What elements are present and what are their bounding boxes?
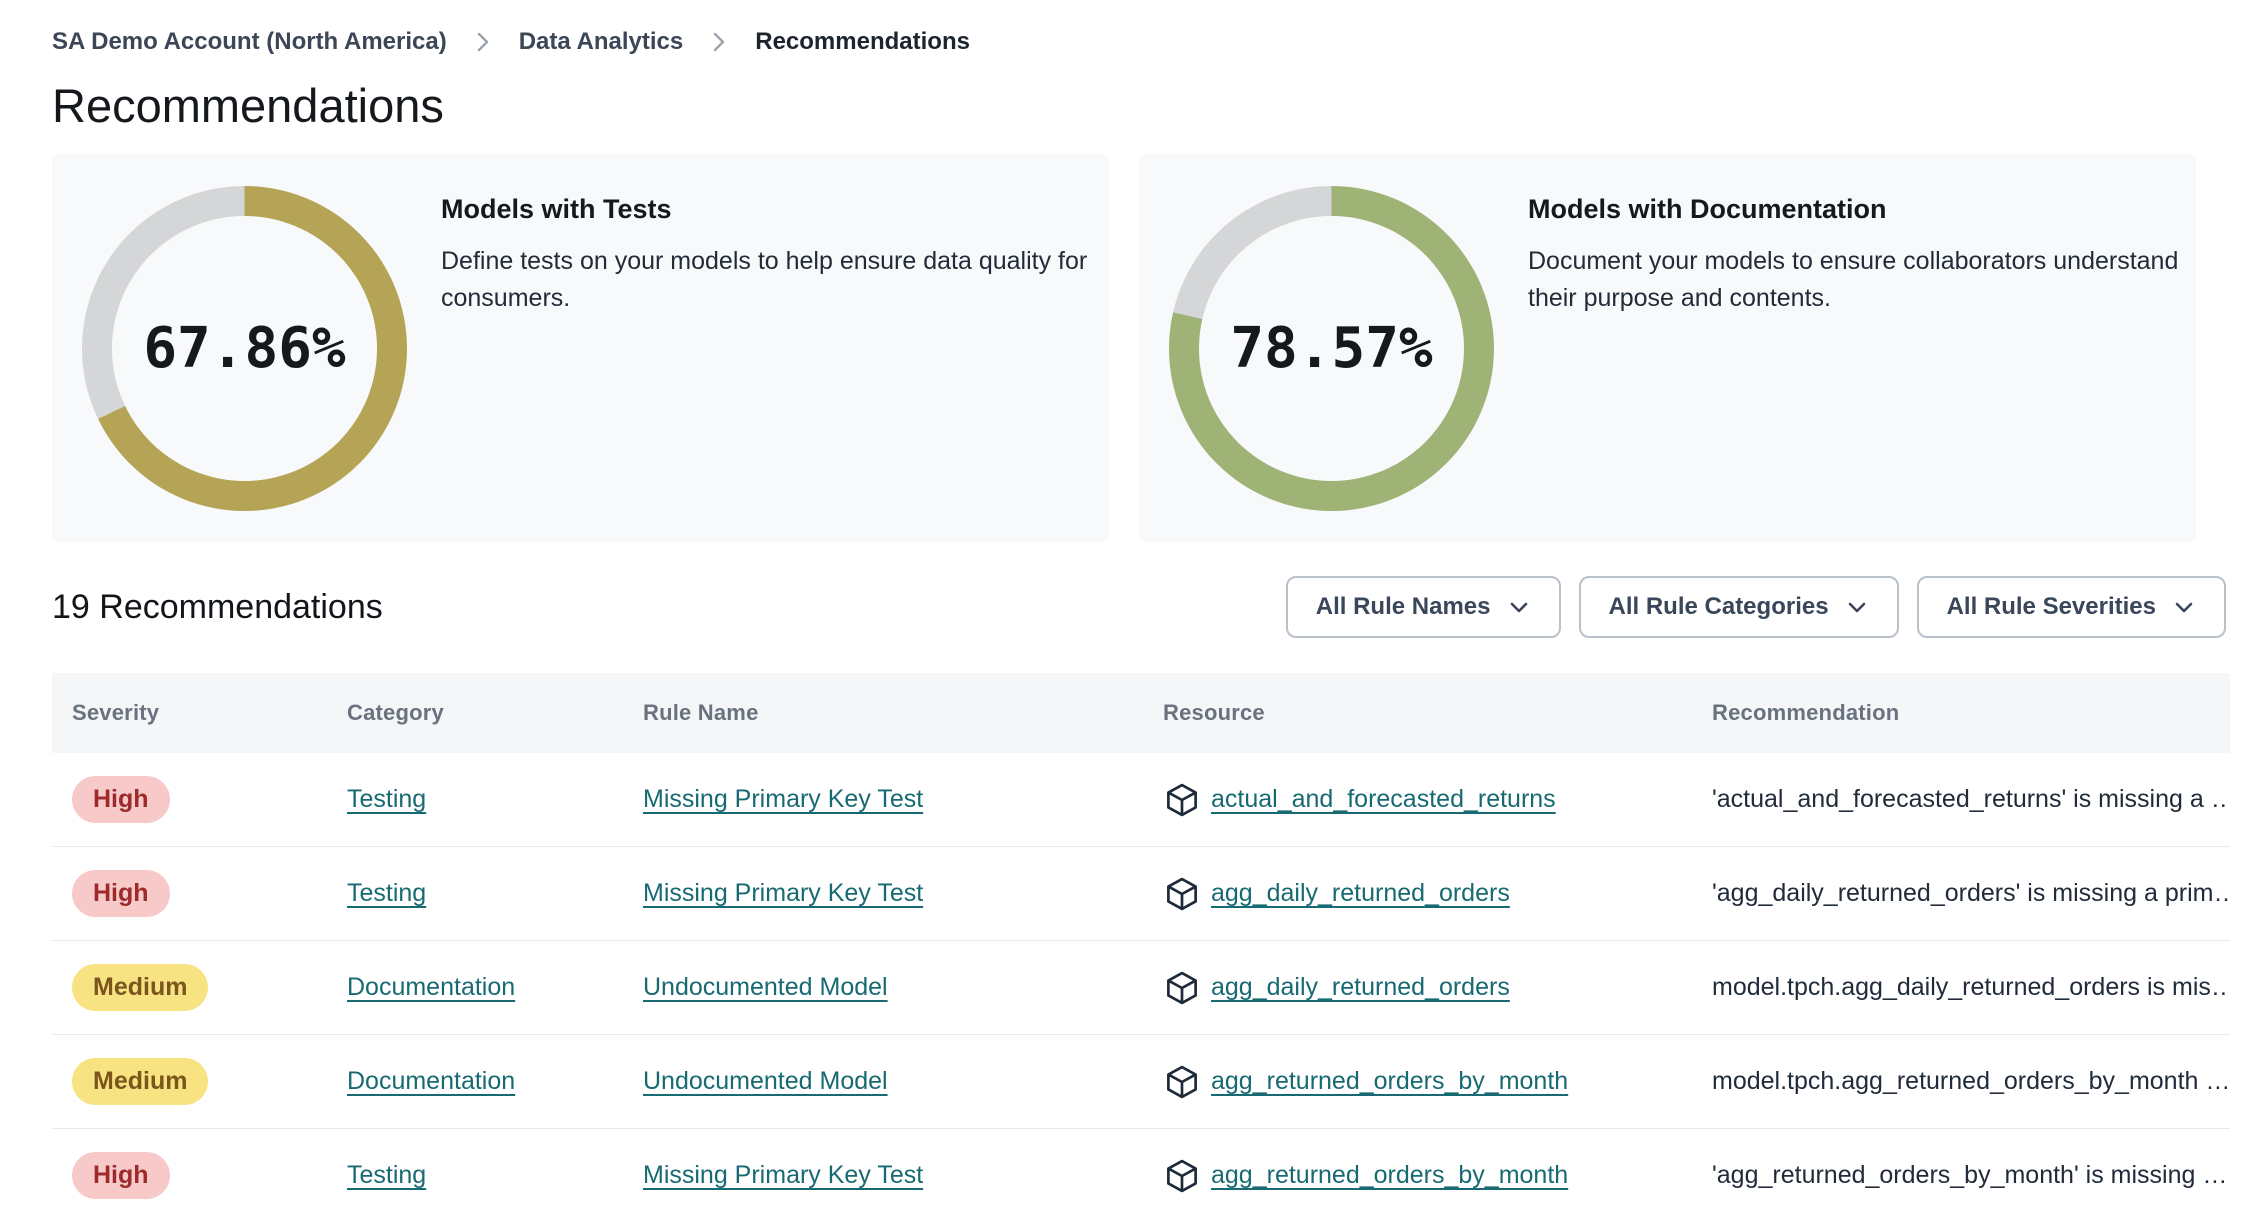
column-header-severity: Severity xyxy=(72,700,160,725)
models-with-documentation-card: 78.57% Models with Documentation Documen… xyxy=(1139,154,2196,542)
column-header-category: Category xyxy=(347,700,444,725)
recommendations-count: 19 Recommendations xyxy=(52,587,383,626)
summary-cards: 67.86% Models with Tests Define tests on… xyxy=(52,154,2196,542)
chevron-down-icon xyxy=(1848,602,1865,613)
donut-percent-value: 67.86% xyxy=(143,316,346,381)
filter-bar: All Rule Names All Rule Categories All R… xyxy=(1285,576,2226,638)
model-cube-icon xyxy=(1163,1157,1201,1195)
resource-link[interactable]: agg_daily_returned_orders xyxy=(1211,973,1510,1002)
models-with-documentation-donut-chart: 78.57% xyxy=(1169,186,1494,511)
table-row: Medium Documentation Undocumented Model … xyxy=(52,941,2230,1035)
category-link[interactable]: Testing xyxy=(347,785,426,813)
breadcrumb-item-account[interactable]: SA Demo Account (North America) xyxy=(52,28,447,56)
category-link[interactable]: Testing xyxy=(347,1161,426,1189)
recommendations-table: Severity Category Rule Name Resource Rec… xyxy=(52,673,2230,1220)
recommendation-text: 'agg_daily_returned_orders' is missing a… xyxy=(1712,879,2230,907)
rule-name-link[interactable]: Missing Primary Key Test xyxy=(643,879,923,907)
severity-badge: Medium xyxy=(72,1058,209,1105)
column-header-rule-name: Rule Name xyxy=(643,700,759,725)
resource-link[interactable]: agg_returned_orders_by_month xyxy=(1211,1067,1568,1096)
category-link[interactable]: Testing xyxy=(347,879,426,907)
table-body: High Testing Missing Primary Key Test ac… xyxy=(52,753,2230,1220)
filter-rule-categories-dropdown[interactable]: All Rule Categories xyxy=(1578,576,1899,638)
resource-link[interactable]: actual_and_forecasted_returns xyxy=(1211,785,1556,814)
recommendation-text: model.tpch.agg_daily_returned_orders is … xyxy=(1712,973,2230,1001)
breadcrumb-item-current: Recommendations xyxy=(755,28,970,55)
filter-rule-names-dropdown[interactable]: All Rule Names xyxy=(1285,576,1561,638)
category-link[interactable]: Documentation xyxy=(347,1067,515,1095)
card-title: Models with Documentation xyxy=(1528,194,1887,224)
severity-badge: High xyxy=(72,1152,170,1199)
column-header-recommendation: Recommendation xyxy=(1712,700,1900,725)
recommendation-text: model.tpch.agg_returned_orders_by_month … xyxy=(1712,1067,2230,1095)
resource-link[interactable]: agg_returned_orders_by_month xyxy=(1211,1161,1568,1190)
chevron-right-icon xyxy=(473,29,493,55)
severity-badge: High xyxy=(72,776,170,823)
card-description: Document your models to ensure collabora… xyxy=(1528,247,2179,312)
breadcrumb-item-project[interactable]: Data Analytics xyxy=(519,28,684,56)
model-cube-icon xyxy=(1163,1063,1201,1101)
recommendations-page: SA Demo Account (North America) Data Ana… xyxy=(0,0,2248,1220)
column-header-resource: Resource xyxy=(1163,700,1265,725)
chevron-down-icon xyxy=(2175,602,2193,613)
table-row: Medium Documentation Undocumented Model … xyxy=(52,1035,2230,1129)
table-row: High Testing Missing Primary Key Test ac… xyxy=(52,753,2230,847)
rule-name-link[interactable]: Undocumented Model xyxy=(643,973,888,1001)
models-with-tests-card: 67.86% Models with Tests Define tests on… xyxy=(52,154,1109,542)
table-header-row: Severity Category Rule Name Resource Rec… xyxy=(52,673,2230,753)
page-title: Recommendations xyxy=(52,79,444,132)
models-with-tests-donut-chart: 67.86% xyxy=(82,186,407,511)
breadcrumb: SA Demo Account (North America) Data Ana… xyxy=(0,0,2248,56)
rule-name-link[interactable]: Missing Primary Key Test xyxy=(643,1161,923,1189)
resource-link[interactable]: agg_daily_returned_orders xyxy=(1211,879,1510,908)
model-cube-icon xyxy=(1163,875,1201,913)
rule-name-link[interactable]: Missing Primary Key Test xyxy=(643,785,923,813)
list-header: 19 Recommendations All Rule Names All Ru… xyxy=(52,576,2226,638)
severity-badge: Medium xyxy=(72,964,209,1011)
card-title: Models with Tests xyxy=(441,194,672,224)
table-row: High Testing Missing Primary Key Test ag… xyxy=(52,847,2230,941)
table-row: High Testing Missing Primary Key Test ag… xyxy=(52,1129,2230,1220)
chevron-right-icon xyxy=(709,29,729,55)
recommendation-text: 'agg_returned_orders_by_month' is missin… xyxy=(1712,1161,2228,1189)
category-link[interactable]: Documentation xyxy=(347,973,515,1001)
rule-name-link[interactable]: Undocumented Model xyxy=(643,1067,888,1095)
donut-percent-value: 78.57% xyxy=(1230,316,1433,381)
model-cube-icon xyxy=(1163,781,1201,819)
severity-badge: High xyxy=(72,870,170,917)
card-description: Define tests on your models to help ensu… xyxy=(441,247,1088,312)
model-cube-icon xyxy=(1163,969,1201,1007)
recommendation-text: 'actual_and_forecasted_returns' is missi… xyxy=(1712,785,2230,813)
filter-rule-severities-dropdown[interactable]: All Rule Severities xyxy=(1916,576,2226,638)
chevron-down-icon xyxy=(1510,602,1527,613)
